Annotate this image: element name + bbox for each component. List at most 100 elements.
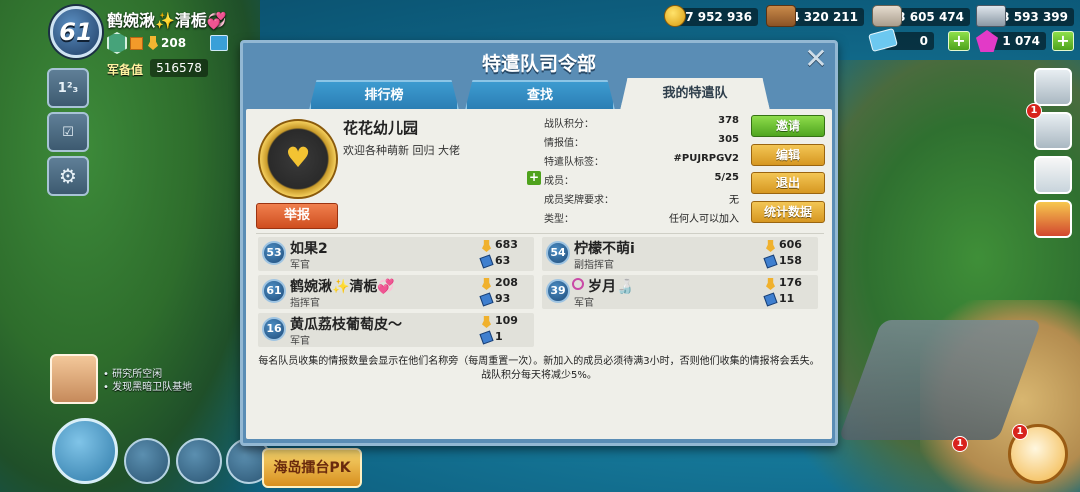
leaderboard-button[interactable]: 1²₃ xyxy=(47,68,89,108)
wood-icon xyxy=(766,5,796,27)
member-row[interactable]: 61 鹤婉湫✨清栀💞 指挥官 208 93 xyxy=(258,275,534,309)
gold-icon xyxy=(664,5,686,27)
info-note-line1: 每名队员收集的情报数量会显示在他们名称旁（每周重置一次）。新加入的成员必须待满3… xyxy=(258,356,820,367)
member-medals: 683 xyxy=(495,238,518,251)
member-medals: 606 xyxy=(779,238,802,251)
member-intel: 11 xyxy=(779,292,795,305)
report-button[interactable]: 举报 xyxy=(256,203,338,229)
member-medals: 176 xyxy=(779,276,802,289)
settings-button[interactable]: ⚙ xyxy=(47,156,89,196)
add-tickets-button[interactable]: + xyxy=(948,31,970,51)
leaderboard-icon: 1²₃ xyxy=(57,80,79,96)
flag-icon xyxy=(130,37,143,50)
member-row[interactable]: 39 岁月🍶 军官 176 11 xyxy=(542,275,818,309)
build-button[interactable] xyxy=(52,418,118,484)
arena-pk-banner[interactable]: 海岛擂台PK xyxy=(262,448,362,488)
member-role: 军官 xyxy=(290,336,310,347)
chest-button[interactable] xyxy=(176,438,222,484)
task-force-icon[interactable] xyxy=(210,35,228,51)
member-row[interactable]: 16 黄瓜荔枝葡萄皮～ 军官 109 1 xyxy=(258,313,534,347)
info-requirement-value: 无 xyxy=(729,195,739,206)
medal-icon xyxy=(766,240,775,252)
info-type-value: 任何人可以加入 xyxy=(669,214,739,225)
info-requirement-label: 成员奖牌要求： xyxy=(544,195,614,206)
add-member-icon[interactable]: + xyxy=(527,171,541,185)
member-intel: 93 xyxy=(495,292,511,305)
member-row[interactable]: 53 如果2 军官 683 63 xyxy=(258,237,534,271)
member-level: 54 xyxy=(546,241,570,265)
lollipop-icon xyxy=(572,278,584,290)
calendar-icon: ☑ xyxy=(62,124,74,140)
info-tag-label: 特遣队标签： xyxy=(544,157,604,168)
intel-icon xyxy=(479,292,494,307)
member-name: 鹤婉湫✨清栀💞 xyxy=(290,279,395,295)
info-tag-value: #PUJRPGV2 xyxy=(673,153,739,164)
social-button[interactable] xyxy=(1034,68,1072,106)
edit-button[interactable]: 编辑 xyxy=(751,144,825,166)
armory-label: 军备值 xyxy=(107,63,144,77)
advisor-avatar[interactable] xyxy=(50,354,98,404)
tab-leaderboard[interactable]: 排行榜 xyxy=(309,80,459,110)
member-name: 如果2 xyxy=(290,241,328,257)
medal-icon xyxy=(482,240,491,252)
profile-button[interactable] xyxy=(1034,112,1072,150)
member-level: 39 xyxy=(546,279,570,303)
player-name[interactable]: 鹤婉湫✨清栀💞 xyxy=(107,7,227,31)
member-row[interactable]: 54 柠檬不萌i 副指挥官 606 158 xyxy=(542,237,818,271)
member-role: 指挥官 xyxy=(290,298,320,309)
close-button[interactable]: ✕ xyxy=(803,45,829,73)
island-map-button[interactable] xyxy=(124,438,170,484)
diamond-counter: 1 074 xyxy=(990,32,1046,50)
info-members-value: 5/25 xyxy=(714,172,739,183)
info-type-label: 类型： xyxy=(544,214,574,225)
tab-my-task-force[interactable]: 我的特遣队 xyxy=(620,78,770,111)
calendar-button[interactable]: ☑ xyxy=(47,112,89,152)
member-intel: 63 xyxy=(495,254,511,267)
member-role: 军官 xyxy=(574,298,594,309)
medal-icon xyxy=(766,278,775,290)
info-note-line2: 战队积分每天将减少5%。 xyxy=(481,370,597,381)
checklist-button[interactable] xyxy=(1034,156,1072,194)
task-force-hq-dialog: 特遣队司令部 ✕ 排行榜 查找 我的特遣队 ♥ 举报 花花幼儿园 欢迎各种萌新 … xyxy=(240,40,838,446)
dialog-title: 特遣队司令部 xyxy=(481,53,596,75)
intel-icon xyxy=(763,292,778,307)
stone-icon xyxy=(872,5,902,27)
info-note: 每名队员收集的情报数量会显示在他们名称旁（每周重置一次）。新加入的成员必须待满3… xyxy=(254,355,824,383)
invite-button[interactable]: 邀请 xyxy=(751,115,825,137)
member-level: 61 xyxy=(262,279,286,303)
task-force-motto: 欢迎各种萌新 回归 大佬 xyxy=(343,144,460,157)
statistics-button[interactable]: 统计数据 xyxy=(751,201,825,223)
info-score-value: 378 xyxy=(718,115,739,126)
info-members-label: 成员： xyxy=(544,176,574,187)
member-role: 军官 xyxy=(290,260,310,271)
heart-icon: ♥ xyxy=(285,141,311,174)
profile-notification-badge: 1 xyxy=(1026,103,1042,119)
member-name: 柠檬不萌i xyxy=(574,241,635,257)
intel-icon xyxy=(479,254,494,269)
member-name: 黄瓜荔枝葡萄皮～ xyxy=(290,317,402,333)
settings-icon: ⚙ xyxy=(59,164,77,188)
info-intel-value: 305 xyxy=(718,134,739,145)
hint-dark-guard-text: 发现黑暗卫队基地 xyxy=(112,382,193,393)
member-medals: 109 xyxy=(495,314,518,327)
member-name: 岁月🍶 xyxy=(588,279,634,295)
medal-icon xyxy=(482,278,491,290)
member-level: 53 xyxy=(262,241,286,265)
info-intel-label: 情报值： xyxy=(544,138,584,149)
intel-icon xyxy=(763,254,778,269)
intel-icon xyxy=(479,330,494,345)
leave-button[interactable]: 退出 xyxy=(751,172,825,194)
member-medals: 208 xyxy=(495,276,518,289)
member-role: 副指挥官 xyxy=(574,260,614,271)
gift-button[interactable] xyxy=(1034,200,1072,238)
tab-search[interactable]: 查找 xyxy=(465,80,615,110)
task-force-panel: ♥ 举报 花花幼儿园 欢迎各种萌新 回归 大佬 战队积分： 378 情报值： 3… xyxy=(246,109,832,439)
armory-value: 516578 xyxy=(150,59,208,77)
player-level: 61 xyxy=(59,18,93,46)
hint-dark-guard[interactable]: • 发现黑暗卫队基地 xyxy=(103,378,192,393)
player-level-badge[interactable]: 61 xyxy=(50,6,102,58)
add-diamonds-button[interactable]: + xyxy=(1052,31,1074,51)
divider xyxy=(256,233,824,234)
task-force-name: 花花幼儿园 xyxy=(343,119,419,137)
notification-badge: 1 xyxy=(952,436,968,452)
